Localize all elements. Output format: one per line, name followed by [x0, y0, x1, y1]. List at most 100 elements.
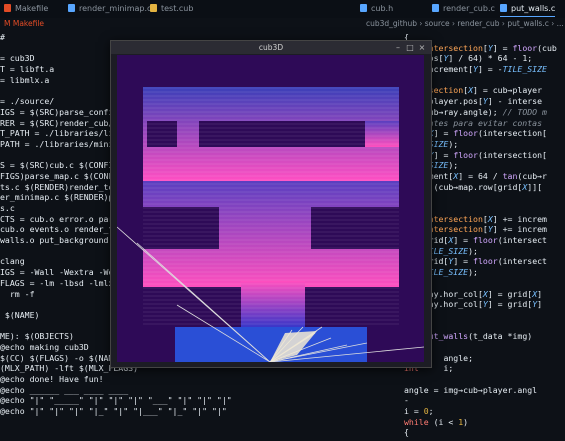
code-token: CTS = cub.o error.o parse [0, 213, 124, 224]
code-token: intersection [423, 224, 483, 235]
tab-makefile[interactable]: Makefile [4, 2, 48, 16]
c-file-icon [68, 4, 75, 12]
code-token: floor [453, 149, 478, 160]
code-token: RER = $(SRC)render_cub/ [0, 117, 114, 128]
code-token: (i < [428, 416, 459, 427]
code-token: = libmlx.a [0, 74, 50, 85]
code-token: ) [463, 416, 469, 427]
code-token: (cub→map.row[grid[ [428, 181, 523, 192]
code-token: = cub3D [0, 53, 35, 64]
code-token: @echo "|" "_____" "|" "|" "|" "___" "|" … [0, 395, 232, 406]
code-token: clang [0, 256, 25, 267]
code-token: intersection [423, 42, 483, 53]
code-token: intersection [423, 213, 483, 224]
code-token: floor [473, 235, 498, 246]
right-breadcrumb[interactable]: cub3d_github › source › render_cub › put… [366, 19, 564, 31]
code-token: @echo making cub3D [0, 341, 89, 352]
close-button[interactable]: × [417, 41, 427, 54]
tab-put-walls[interactable]: put_walls.c [500, 2, 556, 17]
code-token: ] = grid[ [487, 299, 533, 310]
code-token: ); [468, 267, 478, 278]
code-token: (intersect [497, 256, 547, 267]
code-token: ts.c $(RENDER)render_tools [0, 181, 129, 192]
code-token: ] = cub→player [473, 85, 543, 96]
code-line[interactable]: while (i < 1) [404, 417, 565, 428]
c-file-icon [360, 4, 367, 12]
code-token: ] = [453, 235, 474, 246]
code-token: ] [537, 288, 543, 299]
code-token: ] = 64 / [458, 170, 503, 181]
code-token: floor [453, 128, 478, 139]
code-token: @echo ______ ___ ____ ____ [0, 384, 129, 395]
raycast-render [117, 87, 424, 362]
code-token: ); [468, 245, 478, 256]
code-token: ] [537, 299, 543, 310]
code-line[interactable] [404, 374, 565, 385]
code-line[interactable]: @echo ______ ___ ____ ____ [0, 385, 380, 396]
code-token: (cub→r [517, 170, 547, 181]
code-token: tan [502, 170, 518, 181]
code-token: # [0, 32, 5, 42]
code-token: floor [473, 256, 498, 267]
c-file-icon [500, 4, 507, 12]
window-titlebar[interactable]: cub3D – □ × [111, 41, 431, 54]
code-line[interactable]: - [404, 395, 565, 406]
code-token: @echo "|" "|" "|" "|_" "|" "|___" "|_" "… [0, 406, 227, 417]
code-token: ] = [433, 149, 454, 160]
code-token: ] - interse [487, 96, 543, 107]
code-token: ] += increm [492, 213, 547, 224]
code-token: (cub [537, 42, 557, 53]
code-token: cub.o events.o render_tool [0, 224, 129, 235]
code-token: ); [448, 138, 459, 149]
c-file-icon [432, 4, 439, 12]
makefile-icon [4, 4, 11, 12]
game-viewport[interactable] [117, 55, 424, 362]
code-token: ] = [492, 42, 513, 53]
floor-strip [175, 327, 367, 362]
code-token: ]][ [527, 181, 543, 192]
code-token: IGS = $(SRC)parse_config/ [0, 106, 124, 117]
tab-render-cub[interactable]: render_cub.c [432, 2, 495, 16]
maximize-button[interactable]: □ [405, 41, 415, 54]
code-token: - [404, 395, 409, 406]
left-breadcrumb[interactable]: M Makefile [4, 19, 44, 31]
code-token: (intersect [497, 235, 547, 246]
cub3d-window[interactable]: cub3D – □ × [110, 40, 432, 368]
tab-test-cub[interactable]: test.cub [150, 2, 193, 16]
code-token: (intersection[ [477, 149, 547, 160]
code-token: { [404, 427, 409, 438]
code-token: while [404, 416, 429, 427]
code-token: angle; [428, 352, 474, 363]
code-token: angle = img→cub→player.angl [404, 384, 538, 395]
code-token: walls.o put_background.o [0, 235, 119, 246]
code-token: rm -f [0, 288, 35, 299]
code-line[interactable]: angle = img→cub→player.angl [404, 385, 565, 396]
code-line[interactable]: @echo "|" "_____" "|" "|" "|" "___" "|" … [0, 395, 380, 406]
scanlines [143, 87, 399, 327]
code-token: ] += increm [492, 224, 547, 235]
code-token: ] = [453, 256, 474, 267]
window-title: cub3D [258, 43, 284, 52]
wall-columns [143, 87, 399, 362]
code-token: ME): $(OBJECTS) [0, 331, 74, 342]
code-token: TILE_SIZE [502, 64, 547, 75]
code-line[interactable]: i = 0; [404, 406, 565, 417]
cub-file-icon [150, 4, 157, 12]
tab-render-minimap[interactable]: render_minimap.c [68, 2, 151, 16]
code-token: ); [448, 160, 459, 171]
code-token: (intersection[ [477, 128, 547, 139]
code-token: s.c [0, 203, 15, 213]
minimize-button[interactable]: – [393, 41, 403, 54]
code-token: ] = - [477, 64, 503, 75]
code-token: floor [512, 42, 538, 53]
code-line[interactable]: { [404, 427, 565, 438]
tab-cub-h[interactable]: cub.h [360, 2, 393, 16]
code-token: ; [428, 406, 434, 417]
code-token: S = $(SRC)cub.c $(CONFIGS) [0, 160, 129, 171]
code-token: = ./source/ [0, 96, 55, 107]
code-token: T = libft.a [0, 64, 55, 75]
code-line[interactable]: @echo "|" "|" "|" "|_" "|" "|___" "|_" "… [0, 406, 380, 417]
code-line[interactable]: @echo done! Have fun! [0, 374, 380, 385]
editor-tab-bar: Makefile render_minimap.c test.cub cub.h… [0, 0, 565, 18]
code-token: $(NAME) [0, 309, 40, 320]
